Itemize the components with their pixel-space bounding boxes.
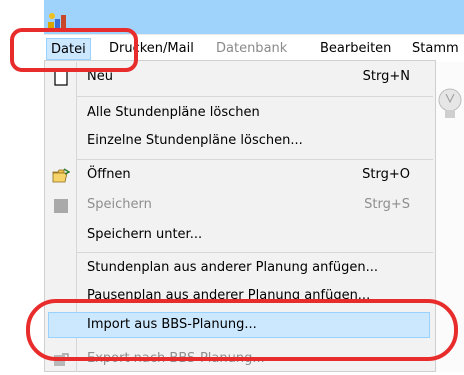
menu-separator <box>77 96 433 97</box>
menu-item-speichern-unter-label: Speichern unter... <box>87 227 203 242</box>
menu-item-neu[interactable]: Neu Strg+N <box>44 63 436 93</box>
menu-bearbeiten[interactable]: Bearbeiten <box>320 38 391 60</box>
menu-item-speichern[interactable]: Speichern Strg+S <box>44 191 436 221</box>
menu-drucken-mail-label: Drucken/Mail <box>109 41 194 56</box>
app-icon <box>48 13 66 28</box>
menu-datenbank-label: Datenbank <box>216 41 288 56</box>
menu-item-export-bbs[interactable]: Export nach BBS-Planung... <box>44 345 436 375</box>
menu-item-speichern-label: Speichern <box>87 197 152 212</box>
lightbulb-icon <box>438 88 462 118</box>
open-folder-icon <box>52 168 70 183</box>
menu-datenbank[interactable]: Datenbank <box>216 38 287 60</box>
menu-item-neu-shortcut: Strg+N <box>362 69 410 84</box>
title-bar <box>44 0 464 34</box>
menu-item-pausenplan-anfuegen-label: Pausenplan aus anderer Planung anfügen..… <box>87 288 371 303</box>
menu-item-neu-label: Neu <box>87 69 113 84</box>
menu-datei-label: Datei <box>51 42 86 57</box>
menu-item-einzelne-loeschen-label: Einzelne Stundenpläne löschen... <box>87 133 303 148</box>
menu-stammdaten[interactable]: Stamm <box>412 38 459 60</box>
menu-item-import-bbs-label: Import aus BBS-Planung... <box>87 317 257 332</box>
menu-item-export-bbs-label: Export nach BBS-Planung... <box>87 351 265 366</box>
menu-bearbeiten-label: Bearbeiten <box>320 41 392 56</box>
menu-item-alle-stundenplaene-loeschen[interactable]: Alle Stundenpläne löschen <box>44 99 436 129</box>
menu-bar-divider <box>44 34 464 35</box>
new-document-icon <box>54 70 68 86</box>
menu-item-import-bbs[interactable]: Import aus BBS-Planung... <box>44 311 436 341</box>
menu-item-stundenplan-anfuegen[interactable]: Stundenplan aus anderer Planung anfügen.… <box>44 254 436 284</box>
menu-item-oeffnen[interactable]: Öffnen Strg+O <box>44 161 436 191</box>
menu-item-einzelne-stundenplaene-loeschen[interactable]: Einzelne Stundenpläne löschen... <box>44 127 436 157</box>
menu-stammdaten-label: Stamm <box>412 41 459 56</box>
menu-item-speichern-unter[interactable]: Speichern unter... <box>44 221 436 251</box>
save-icon <box>54 199 68 213</box>
menu-datei[interactable]: Datei <box>46 38 91 60</box>
export-icon <box>54 353 69 366</box>
menu-drucken-mail[interactable]: Drucken/Mail <box>109 38 194 60</box>
menu-item-oeffnen-label: Öffnen <box>87 167 131 182</box>
menu-separator <box>77 252 433 253</box>
menu-item-pausenplan-anfuegen[interactable]: Pausenplan aus anderer Planung anfügen..… <box>44 282 436 312</box>
menu-item-oeffnen-shortcut: Strg+O <box>362 167 410 182</box>
menu-item-stundenplan-anfuegen-label: Stundenplan aus anderer Planung anfügen.… <box>87 260 379 275</box>
menu-separator <box>77 159 433 160</box>
menu-item-alle-loeschen-label: Alle Stundenpläne löschen <box>87 105 260 120</box>
menu-item-speichern-shortcut: Strg+S <box>364 197 410 212</box>
